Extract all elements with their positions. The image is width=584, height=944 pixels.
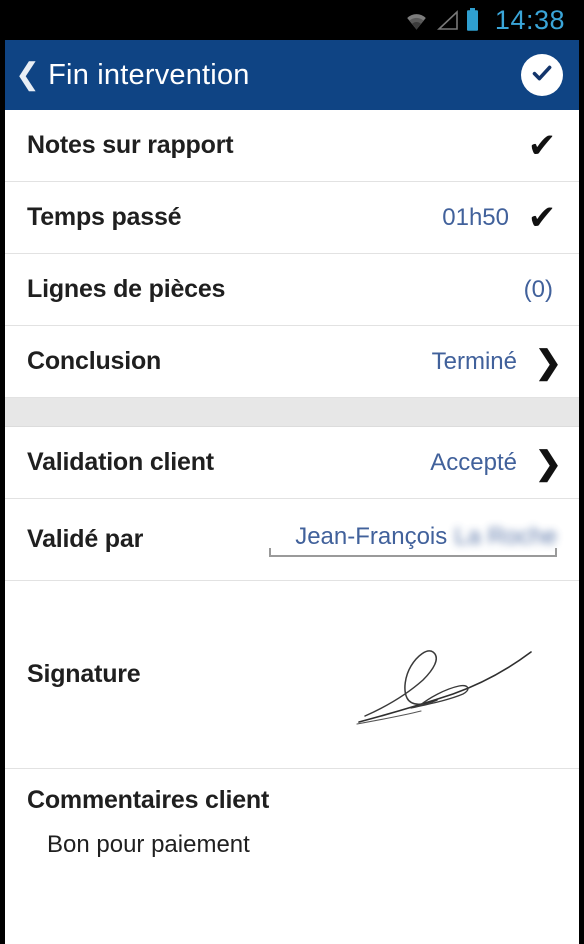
row-notes-sur-rapport[interactable]: Notes sur rapport ✔ [5,110,579,182]
section-spacer [5,398,579,427]
row-count-value: (0) [523,275,553,303]
row-label: Temps passé [27,203,182,231]
row-label: Signature [27,660,141,688]
row-temps-passe[interactable]: Temps passé 01h50 ✔ [5,182,579,254]
row-lignes-de-pieces[interactable]: Lignes de pièces (0) [5,254,579,326]
checkmark-icon: ✔ [527,197,557,238]
row-accessories: Accepté ❯ [430,444,562,481]
chevron-right-icon: ❯ [535,444,562,481]
cell-signal-icon [436,9,459,31]
comments-header-label: Commentaires client [27,785,270,814]
row-label: Lignes de pièces [27,275,226,303]
status-bar-clock: 14:38 [494,4,565,35]
row-conclusion[interactable]: Conclusion Terminé ❯ [5,326,579,398]
comments-text[interactable]: Bon pour paiement [5,831,579,877]
row-validation-client[interactable]: Validation client Accepté ❯ [5,427,579,499]
app-bar: ❮ Fin intervention [5,40,579,110]
signature-ink [349,612,539,737]
row-accessories: Terminé ❯ [431,343,562,380]
chevron-right-icon: ❯ [535,343,562,380]
row-label: Notes sur rapport [27,131,234,159]
checkmark-icon: ✔ [527,125,557,166]
row-value: Terminé [431,347,517,375]
row-label: Conclusion [27,347,162,375]
row-signature[interactable]: Signature [5,581,579,769]
valide-par-value: Jean-François [295,522,448,550]
valide-par-input[interactable]: Jean-François La Roche [269,523,557,557]
check-circle-icon [527,58,557,93]
status-bar: 14:38 [5,0,579,40]
battery-icon [465,8,480,32]
row-label: Validé par [27,525,144,553]
form-list: Notes sur rapport ✔ Temps passé 01h50 ✔ … [5,110,579,944]
wifi-icon [403,10,430,31]
row-commentaires-client: Commentaires client [5,769,579,831]
page-title: Fin intervention [48,58,250,91]
row-value: 01h50 [442,203,509,231]
row-label: Validation client [27,448,214,476]
signature-canvas[interactable] [283,581,557,768]
row-accessories: ✔ [527,129,557,163]
valide-par-redacted-surname: La Roche [454,522,557,550]
row-accessories: 01h50 ✔ [442,201,557,235]
status-bar-icons: 14:38 [403,4,565,35]
back-chevron-icon[interactable]: ❮ [15,60,40,90]
row-accessories: (0) [524,276,557,304]
row-value: Accepté [430,448,517,476]
android-device-frame: 14:38 ❮ Fin intervention Notes sur rappo… [0,0,584,944]
input-underline [269,547,557,557]
validate-button[interactable] [521,54,563,96]
row-valide-par: Validé par Jean-François La Roche [5,499,579,581]
